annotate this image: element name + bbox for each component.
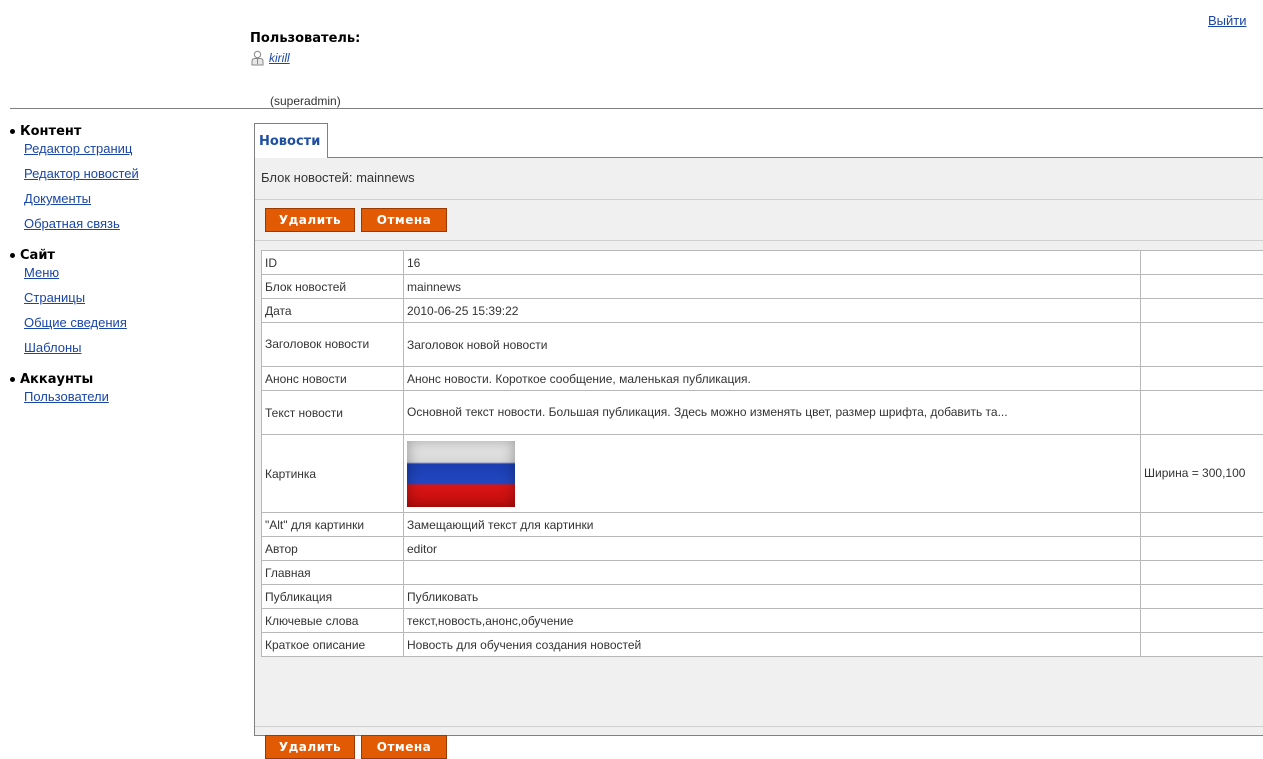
- user-icon: [250, 50, 265, 66]
- user-block: Пользователь: kirill: [250, 31, 360, 66]
- table-row: Автор editor: [262, 537, 1263, 561]
- block-label: Блок новостей: mainnews: [261, 170, 415, 185]
- header-divider: [10, 108, 1263, 109]
- sidebar-item-news-editor[interactable]: Редактор новостей: [24, 161, 238, 186]
- row-value: mainnews: [404, 275, 1141, 299]
- row-extra: [1141, 585, 1263, 609]
- sidebar-item-pages[interactable]: Страницы: [24, 285, 238, 310]
- user-name-link[interactable]: kirill: [269, 51, 290, 65]
- row-label: Автор: [262, 537, 404, 561]
- user-role: (superadmin): [270, 94, 341, 108]
- row-value: Публиковать: [404, 585, 1141, 609]
- sidebar-item-feedback[interactable]: Обратная связь: [24, 211, 238, 236]
- table-row: Главная: [262, 561, 1263, 585]
- row-extra: [1141, 513, 1263, 537]
- row-value: [404, 435, 1141, 513]
- table-row: Краткое описание Новость для обучения со…: [262, 633, 1263, 657]
- cancel-button-bottom[interactable]: Отмена: [361, 735, 447, 759]
- user-title: Пользователь:: [250, 31, 360, 46]
- panel-body: Блок новостей: mainnews Удалить Отмена I…: [254, 158, 1263, 736]
- sidebar-item-templates[interactable]: Шаблоны: [24, 335, 238, 360]
- row-value: Анонс новости. Короткое сообщение, мален…: [404, 367, 1141, 391]
- row-extra: [1141, 391, 1263, 435]
- row-label: Краткое описание: [262, 633, 404, 657]
- table-row: Заголовок новости Заголовок новой новост…: [262, 323, 1263, 367]
- table-row: Анонс новости Анонс новости. Короткое со…: [262, 367, 1263, 391]
- row-extra: [1141, 561, 1263, 585]
- cancel-button[interactable]: Отмена: [361, 208, 447, 232]
- row-extra: [1141, 323, 1263, 367]
- sidebar-group-site: Сайт Меню Страницы Общие сведения Шаблон…: [8, 248, 238, 360]
- sidebar-item-menu[interactable]: Меню: [24, 260, 238, 285]
- sidebar-item-documents[interactable]: Документы: [24, 186, 238, 211]
- table-row: Текст новости Основной текст новости. Бо…: [262, 391, 1263, 435]
- row-label: Анонс новости: [262, 367, 404, 391]
- row-label: "Alt" для картинки: [262, 513, 404, 537]
- row-value: [404, 561, 1141, 585]
- sidebar-group-content: Контент Редактор страниц Редактор новост…: [8, 124, 238, 236]
- row-extra: [1141, 367, 1263, 391]
- sidebar-item-users[interactable]: Пользователи: [24, 384, 238, 409]
- row-label: Блок новостей: [262, 275, 404, 299]
- news-image-thumbnail[interactable]: [407, 441, 515, 507]
- row-extra: [1141, 299, 1263, 323]
- bullet-icon: [10, 129, 15, 134]
- row-label: Заголовок новости: [262, 323, 404, 367]
- row-value: текст,новость,анонс,обучение: [404, 609, 1141, 633]
- table-row: Блок новостей mainnews: [262, 275, 1263, 299]
- news-details-table: ID 16 Блок новостей mainnews Дата 2010-0…: [261, 250, 1263, 657]
- bullet-icon: [10, 253, 15, 258]
- delete-button-bottom[interactable]: Удалить: [265, 735, 355, 759]
- table-row: Публикация Публиковать: [262, 585, 1263, 609]
- delete-button[interactable]: Удалить: [265, 208, 355, 232]
- row-extra: [1141, 537, 1263, 561]
- sidebar-item-page-editor[interactable]: Редактор страниц: [24, 136, 238, 161]
- row-extra: Ширина = 300,100: [1141, 435, 1263, 513]
- row-value: 2010-06-25 15:39:22: [404, 299, 1141, 323]
- bullet-icon: [10, 377, 15, 382]
- logout-link[interactable]: Выйти: [1208, 13, 1247, 28]
- table-row: ID 16: [262, 251, 1263, 275]
- row-extra: [1141, 633, 1263, 657]
- row-label: Публикация: [262, 585, 404, 609]
- sidebar: Контент Редактор страниц Редактор новост…: [8, 124, 238, 421]
- row-value: Основной текст новости. Большая публикац…: [404, 391, 1141, 435]
- row-label: Картинка: [262, 435, 404, 513]
- row-label: ID: [262, 251, 404, 275]
- separator: [255, 240, 1263, 241]
- row-label: Дата: [262, 299, 404, 323]
- separator: [255, 199, 1263, 200]
- row-extra: [1141, 275, 1263, 299]
- row-extra: [1141, 251, 1263, 275]
- separator: [255, 726, 1263, 727]
- news-panel: Новости Блок новостей: mainnews Удалить …: [254, 123, 1263, 736]
- sidebar-item-general-info[interactable]: Общие сведения: [24, 310, 238, 335]
- row-extra: [1141, 609, 1263, 633]
- table-row: Ключевые слова текст,новость,анонс,обуче…: [262, 609, 1263, 633]
- table-row: "Alt" для картинки Замещающий текст для …: [262, 513, 1263, 537]
- row-value: Замещающий текст для картинки: [404, 513, 1141, 537]
- row-label: Текст новости: [262, 391, 404, 435]
- row-value: editor: [404, 537, 1141, 561]
- row-value: Новость для обучения создания новостей: [404, 633, 1141, 657]
- user-name-row: kirill: [250, 50, 360, 66]
- tab-label: Новости: [259, 134, 320, 149]
- tab-news[interactable]: Новости: [254, 123, 328, 158]
- row-label: Ключевые слова: [262, 609, 404, 633]
- row-value: Заголовок новой новости: [404, 323, 1141, 367]
- sidebar-group-accounts: Аккаунты Пользователи: [8, 372, 238, 409]
- row-label: Главная: [262, 561, 404, 585]
- row-value: 16: [404, 251, 1141, 275]
- table-row: Картинка Ширина = 300,100: [262, 435, 1263, 513]
- table-row: Дата 2010-06-25 15:39:22: [262, 299, 1263, 323]
